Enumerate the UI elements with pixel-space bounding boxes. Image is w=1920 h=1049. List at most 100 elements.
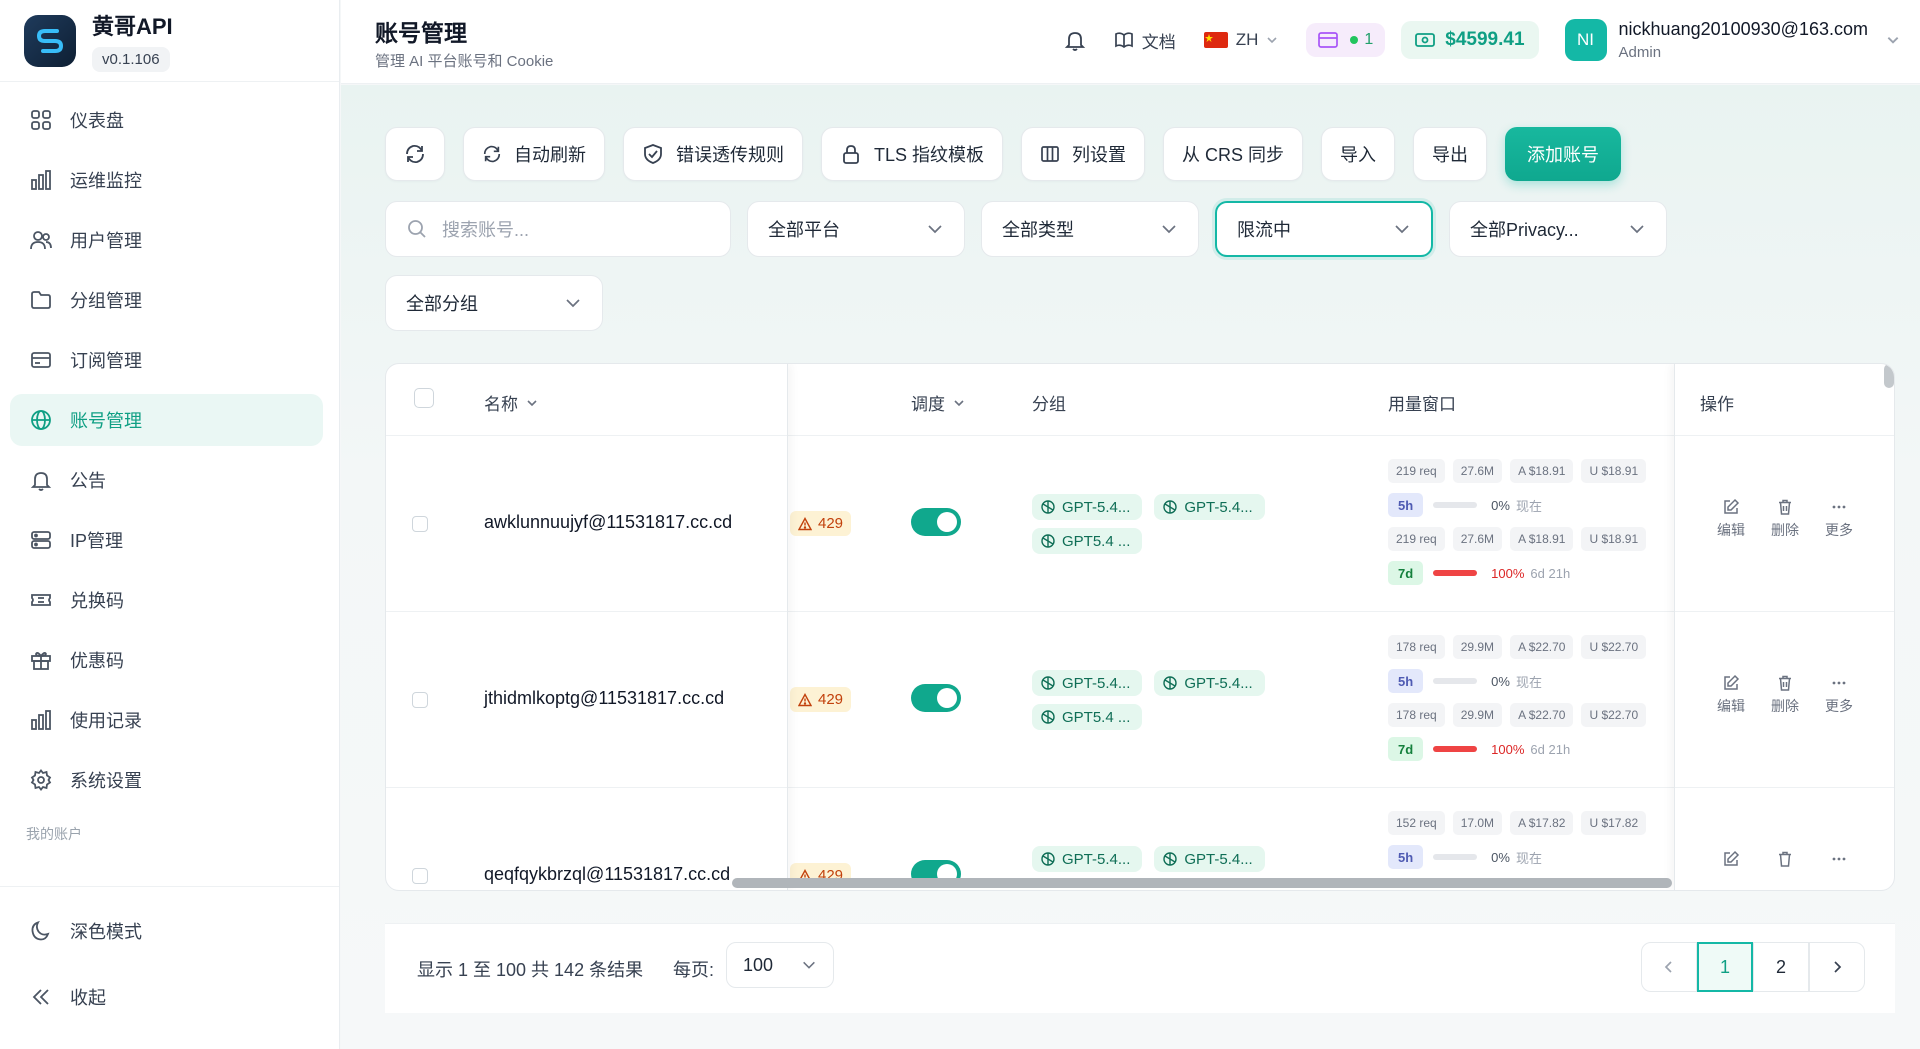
- openai-icon: [1040, 851, 1056, 867]
- chevron-down-icon: [564, 294, 582, 312]
- tls-template-label: TLS 指纹模板: [874, 145, 985, 165]
- dark-mode-toggle[interactable]: 深色模式: [10, 905, 323, 957]
- platform-select[interactable]: 全部平台: [747, 201, 965, 257]
- row-checkbox[interactable]: [412, 692, 428, 708]
- sidebar-item-subscriptions[interactable]: 订阅管理: [10, 334, 323, 386]
- schedule-toggle[interactable]: [911, 508, 961, 536]
- sidebar-item-accounts[interactable]: 账号管理: [10, 394, 323, 446]
- group-select[interactable]: 全部分组: [385, 275, 603, 331]
- group-tag: GPT-5.4...: [1032, 670, 1143, 696]
- account-email: awklunnuujyf@11531817.cc.cd: [484, 512, 733, 532]
- wallet-icon: [1415, 32, 1436, 48]
- type-select[interactable]: 全部类型: [981, 201, 1199, 257]
- top-header: 账号管理 管理 AI 平台账号和 Cookie 文档 ZH 1 $4599.41…: [341, 0, 1920, 84]
- row-actions: 编辑 删除 更多: [1704, 674, 1866, 716]
- collapse-sidebar-button[interactable]: 收起: [10, 971, 323, 1023]
- sidebar-item-settings[interactable]: 系统设置: [10, 754, 323, 806]
- status-badge: 429: [790, 687, 852, 712]
- chevron-down-icon: [526, 397, 538, 409]
- refresh-button[interactable]: [385, 127, 445, 181]
- group-tag: GPT-5.4...: [1032, 846, 1143, 872]
- sync-crs-button[interactable]: 从 CRS 同步: [1163, 127, 1304, 181]
- auto-refresh-button[interactable]: 自动刷新: [463, 127, 605, 181]
- sidebar-item-dashboard[interactable]: 仪表盘: [10, 94, 323, 146]
- sidebar-item-ip[interactable]: IP管理: [10, 514, 323, 566]
- table-row: awklunnuujyf@11531817.cc.cd 429 GPT-5.4.…: [386, 436, 1894, 612]
- status-select[interactable]: 限流中: [1215, 201, 1433, 257]
- sidebar-item-announcements[interactable]: 公告: [10, 454, 323, 506]
- delete-button[interactable]: 删除: [1758, 674, 1812, 716]
- row-checkbox[interactable]: [412, 516, 428, 532]
- gift-icon: [28, 647, 54, 673]
- search-input[interactable]: 搜索账号...: [385, 201, 731, 257]
- group-value: 全部分组: [406, 294, 478, 314]
- add-account-button[interactable]: 添加账号: [1505, 127, 1622, 181]
- prev-page-button[interactable]: [1641, 942, 1697, 992]
- ellipsis-icon: [1830, 498, 1848, 516]
- group-tags: GPT-5.4... GPT-5.4... GPT5.4 ...: [1032, 494, 1322, 562]
- group-tag: GPT-5.4...: [1154, 670, 1265, 696]
- docs-link[interactable]: 文档: [1114, 28, 1176, 53]
- per-page-label: 每页:: [673, 960, 715, 980]
- column-settings-button[interactable]: 列设置: [1021, 127, 1146, 181]
- column-header-name[interactable]: 名称: [484, 390, 538, 415]
- group-tag: GPT5.4 ...: [1032, 704, 1143, 730]
- import-button[interactable]: 导入: [1321, 127, 1396, 181]
- error-rules-button[interactable]: 错误透传规则: [623, 127, 803, 181]
- next-page-button[interactable]: [1809, 942, 1865, 992]
- sidebar-item-users[interactable]: 用户管理: [10, 214, 323, 266]
- table-header: 名称 调度 分组 用量窗口 操作: [386, 364, 1894, 436]
- schedule-toggle[interactable]: [911, 684, 961, 712]
- type-value: 全部类型: [1002, 220, 1074, 240]
- more-button[interactable]: 更多: [1812, 674, 1866, 716]
- user-menu[interactable]: NI nickhuang20100930@163.com Admin: [1564, 19, 1900, 61]
- delete-button[interactable]: 删除: [1758, 498, 1812, 540]
- page-buttons: 1 2: [1641, 942, 1865, 992]
- page-button-2[interactable]: 2: [1753, 942, 1809, 992]
- usage-stats-5h: 219 req 27.6M A $18.91 U $18.91: [1388, 458, 1668, 484]
- tls-template-button[interactable]: TLS 指纹模板: [821, 127, 1004, 181]
- warning-icon: [798, 692, 812, 707]
- usage-progress-bar: [1433, 746, 1478, 752]
- column-header-schedule[interactable]: 调度: [911, 390, 965, 415]
- privacy-select[interactable]: 全部Privacy...: [1449, 201, 1667, 257]
- column-settings-label: 列设置: [1072, 145, 1127, 165]
- notifications-button[interactable]: [1064, 29, 1086, 51]
- page-button-1[interactable]: 1: [1697, 942, 1753, 992]
- accounts-table: 名称 调度 分组 用量窗口 操作 awklunnuujyf@11531817.c…: [385, 363, 1895, 891]
- server-icon: [28, 527, 54, 553]
- sidebar-item-label: 用户管理: [70, 231, 142, 251]
- usage-stats-5h: 152 req 17.0M A $17.82 U $17.82: [1388, 810, 1668, 836]
- edit-button[interactable]: 编辑: [1704, 498, 1758, 540]
- lock-icon: [840, 143, 862, 165]
- edit-button[interactable]: 编辑: [1704, 674, 1758, 716]
- subscription-indicator[interactable]: 1: [1306, 23, 1386, 57]
- column-header-usage: 用量窗口: [1388, 395, 1456, 414]
- refresh-icon: [482, 144, 502, 164]
- balance-pill[interactable]: $4599.41: [1401, 21, 1539, 59]
- select-all-checkbox[interactable]: [414, 388, 434, 408]
- sidebar-item-ops-monitor[interactable]: 运维监控: [10, 154, 323, 206]
- table-row: qeqfqykbrzql@11531817.cc.cd 429 GPT-5.4.…: [386, 788, 1894, 890]
- more-button[interactable]: [1812, 850, 1866, 868]
- delete-button[interactable]: [1758, 850, 1812, 868]
- sidebar-item-usage-records[interactable]: 使用记录: [10, 694, 323, 746]
- sidebar-item-promo-codes[interactable]: 优惠码: [10, 634, 323, 686]
- china-flag-icon: [1203, 32, 1228, 48]
- horizontal-scrollbar[interactable]: [732, 878, 1672, 888]
- group-tag: GPT-5.4...: [1154, 846, 1265, 872]
- sidebar-item-redeem-codes[interactable]: 兑换码: [10, 574, 323, 626]
- usage-stats-5h: 178 req 29.9M A $22.70 U $22.70: [1388, 634, 1668, 660]
- row-checkbox[interactable]: [412, 868, 428, 884]
- warning-icon: [798, 516, 812, 531]
- chevron-right-icon: [1829, 959, 1845, 975]
- language-selector[interactable]: ZH: [1203, 30, 1279, 50]
- export-button[interactable]: 导出: [1413, 127, 1488, 181]
- sidebar-item-label: 深色模式: [70, 922, 142, 942]
- more-button[interactable]: 更多: [1812, 498, 1866, 540]
- per-page-select[interactable]: 100: [726, 942, 834, 988]
- sidebar-item-groups[interactable]: 分组管理: [10, 274, 323, 326]
- vertical-scrollbar[interactable]: [1884, 364, 1894, 388]
- usage-progress-bar: [1433, 854, 1478, 860]
- edit-button[interactable]: [1704, 850, 1758, 868]
